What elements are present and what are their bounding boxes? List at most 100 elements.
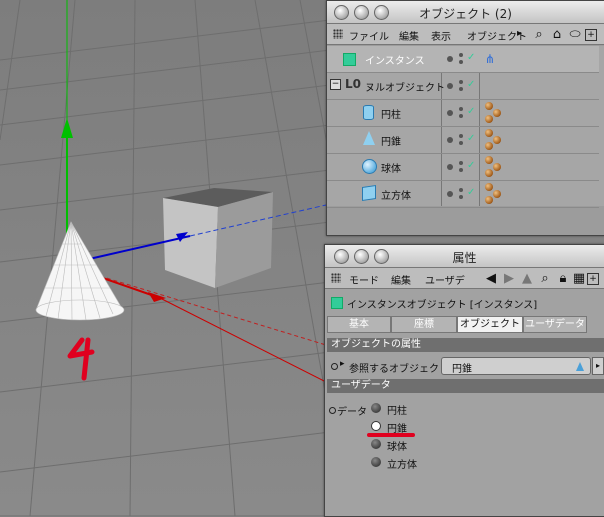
attributes-menubar: モード 編集 ユーザデ ◀ ▶ ▲ ⌕ 🔒︎ ▦ + bbox=[325, 268, 604, 289]
section-user-data: ユーザデータ bbox=[327, 379, 604, 393]
material-tag-icon[interactable] bbox=[485, 169, 493, 177]
ref-object-field[interactable]: 円錐 bbox=[441, 357, 591, 375]
object-name: 球体 bbox=[381, 164, 401, 175]
radio-cone[interactable] bbox=[371, 421, 381, 431]
field-arrow-button[interactable]: ▸ bbox=[592, 357, 604, 375]
enabled-check-icon[interactable]: ✓ bbox=[467, 52, 475, 63]
menu-more-arrow-icon[interactable]: ▸ bbox=[517, 28, 522, 39]
object-manager-window: オブジェクト (2) ファイル 編集 表示 オブジェクト ▸ ⌕ ⌂ ⬭ + イ… bbox=[326, 0, 604, 236]
ellipse-icon[interactable]: ⬭ bbox=[567, 26, 583, 42]
forward-arrow-icon[interactable]: ▶ bbox=[501, 270, 517, 286]
material-tag-icon[interactable] bbox=[493, 190, 501, 198]
object-name: インスタンス bbox=[365, 56, 425, 67]
visibility-dot[interactable] bbox=[447, 110, 453, 116]
animation-dot-icon[interactable] bbox=[331, 363, 338, 370]
menu-view[interactable]: 表示 bbox=[431, 28, 451, 43]
null-object-icon: L0 bbox=[345, 77, 361, 91]
option-label: 円柱 bbox=[387, 406, 407, 417]
grip-icon[interactable] bbox=[333, 29, 343, 39]
disclosure-arrow-icon[interactable]: ▸ bbox=[340, 359, 345, 369]
visibility-dot[interactable] bbox=[459, 195, 463, 199]
object-row-cone[interactable]: 円錐 ✓ bbox=[327, 127, 599, 154]
visibility-dot[interactable] bbox=[459, 60, 463, 64]
search-icon[interactable]: ⌕ bbox=[537, 270, 553, 286]
grid-icon[interactable]: ▦ bbox=[571, 270, 587, 286]
grip-icon[interactable] bbox=[331, 273, 341, 283]
new-window-icon[interactable]: + bbox=[587, 273, 599, 285]
visibility-dot[interactable] bbox=[447, 191, 453, 197]
visibility-dot[interactable] bbox=[447, 137, 453, 143]
object-manager-titlebar[interactable]: オブジェクト (2) bbox=[327, 1, 604, 24]
ref-object-label: 参照するオブジェクト bbox=[349, 364, 449, 375]
radio-cylinder[interactable] bbox=[371, 403, 381, 413]
object-row-cube[interactable]: 立方体 ✓ bbox=[327, 181, 599, 208]
object-row-instance[interactable]: インスタンス ✓ ⋔ bbox=[327, 46, 599, 73]
object-name: ヌルオブジェクト bbox=[365, 83, 445, 94]
visibility-dot[interactable] bbox=[459, 87, 463, 91]
up-arrow-icon[interactable]: ▲ bbox=[519, 270, 535, 286]
object-row-null[interactable]: − L0 ヌルオブジェクト ✓ bbox=[327, 73, 599, 100]
option-label: 立方体 bbox=[387, 460, 417, 471]
ref-object-value: 円錐 bbox=[452, 364, 472, 375]
visibility-dot[interactable] bbox=[459, 134, 463, 138]
new-window-icon[interactable]: + bbox=[585, 29, 597, 41]
enabled-check-icon[interactable]: ✓ bbox=[467, 187, 475, 198]
material-tag-icon[interactable] bbox=[493, 136, 501, 144]
expander-icon[interactable]: − bbox=[330, 79, 341, 90]
magnifier-icon[interactable]: ⌕ bbox=[531, 26, 547, 42]
visibility-dot[interactable] bbox=[447, 83, 453, 89]
material-tag-icon[interactable] bbox=[485, 115, 493, 123]
visibility-dot[interactable] bbox=[459, 168, 463, 172]
object-row-cylinder[interactable]: 円柱 ✓ bbox=[327, 100, 599, 127]
window-title: オブジェクト (2) bbox=[419, 7, 512, 21]
back-arrow-icon[interactable]: ◀ bbox=[483, 270, 499, 286]
visibility-dot[interactable] bbox=[447, 164, 453, 170]
menu-mode[interactable]: モード bbox=[349, 272, 379, 287]
cylinder-icon bbox=[363, 105, 374, 120]
material-tag-icon[interactable] bbox=[485, 196, 493, 204]
visibility-dot[interactable] bbox=[447, 56, 453, 62]
attributes-titlebar[interactable]: 属性 bbox=[325, 245, 604, 268]
material-tag-icon[interactable] bbox=[485, 183, 493, 191]
menu-edit[interactable]: 編集 bbox=[399, 28, 419, 43]
visibility-dot[interactable] bbox=[459, 107, 463, 111]
radio-cube[interactable] bbox=[371, 457, 381, 467]
visibility-dot[interactable] bbox=[459, 53, 463, 57]
enabled-check-icon[interactable]: ✓ bbox=[467, 106, 475, 117]
menu-file[interactable]: ファイル bbox=[349, 28, 389, 43]
visibility-dot[interactable] bbox=[459, 188, 463, 192]
tab-userdata[interactable]: ユーザデータ bbox=[523, 316, 587, 333]
tab-coordinates[interactable]: 座標 bbox=[391, 316, 457, 333]
visibility-dot[interactable] bbox=[459, 114, 463, 118]
enabled-check-icon[interactable]: ✓ bbox=[467, 160, 475, 171]
visibility-dot[interactable] bbox=[459, 80, 463, 84]
material-tag-icon[interactable] bbox=[485, 129, 493, 137]
material-tag-icon[interactable] bbox=[485, 156, 493, 164]
attributes-window: 属性 モード 編集 ユーザデ ◀ ▶ ▲ ⌕ 🔒︎ ▦ + インスタンスオブジェ… bbox=[324, 244, 604, 517]
cube-icon bbox=[362, 185, 376, 201]
tab-object[interactable]: オブジェクト bbox=[457, 316, 523, 333]
instance-icon bbox=[331, 297, 343, 309]
material-tag-icon[interactable] bbox=[493, 109, 501, 117]
enabled-check-icon[interactable]: ✓ bbox=[467, 79, 475, 90]
home-icon[interactable]: ⌂ bbox=[549, 26, 565, 42]
visibility-dot[interactable] bbox=[459, 141, 463, 145]
material-tag-icon[interactable] bbox=[485, 102, 493, 110]
material-tag-icon[interactable] bbox=[493, 163, 501, 171]
object-row-sphere[interactable]: 球体 ✓ bbox=[327, 154, 599, 181]
animation-dot-icon[interactable] bbox=[329, 407, 336, 414]
lock-icon[interactable]: 🔒︎ bbox=[555, 270, 571, 286]
object-name: 円錐 bbox=[381, 137, 401, 148]
hierarchy-tag-icon[interactable]: ⋔ bbox=[485, 52, 495, 66]
enabled-check-icon[interactable]: ✓ bbox=[467, 133, 475, 144]
option-label: 球体 bbox=[387, 442, 407, 453]
menu-userdata[interactable]: ユーザデ bbox=[425, 272, 465, 287]
menu-edit[interactable]: 編集 bbox=[391, 272, 411, 287]
visibility-dot[interactable] bbox=[459, 161, 463, 165]
material-tag-icon[interactable] bbox=[485, 142, 493, 150]
tab-basic[interactable]: 基本 bbox=[327, 316, 391, 333]
object-name: 円柱 bbox=[381, 110, 401, 121]
object-manager-menubar: ファイル 編集 表示 オブジェクト ▸ ⌕ ⌂ ⬭ + bbox=[327, 24, 604, 45]
instance-icon bbox=[343, 53, 356, 66]
radio-sphere[interactable] bbox=[371, 439, 381, 449]
